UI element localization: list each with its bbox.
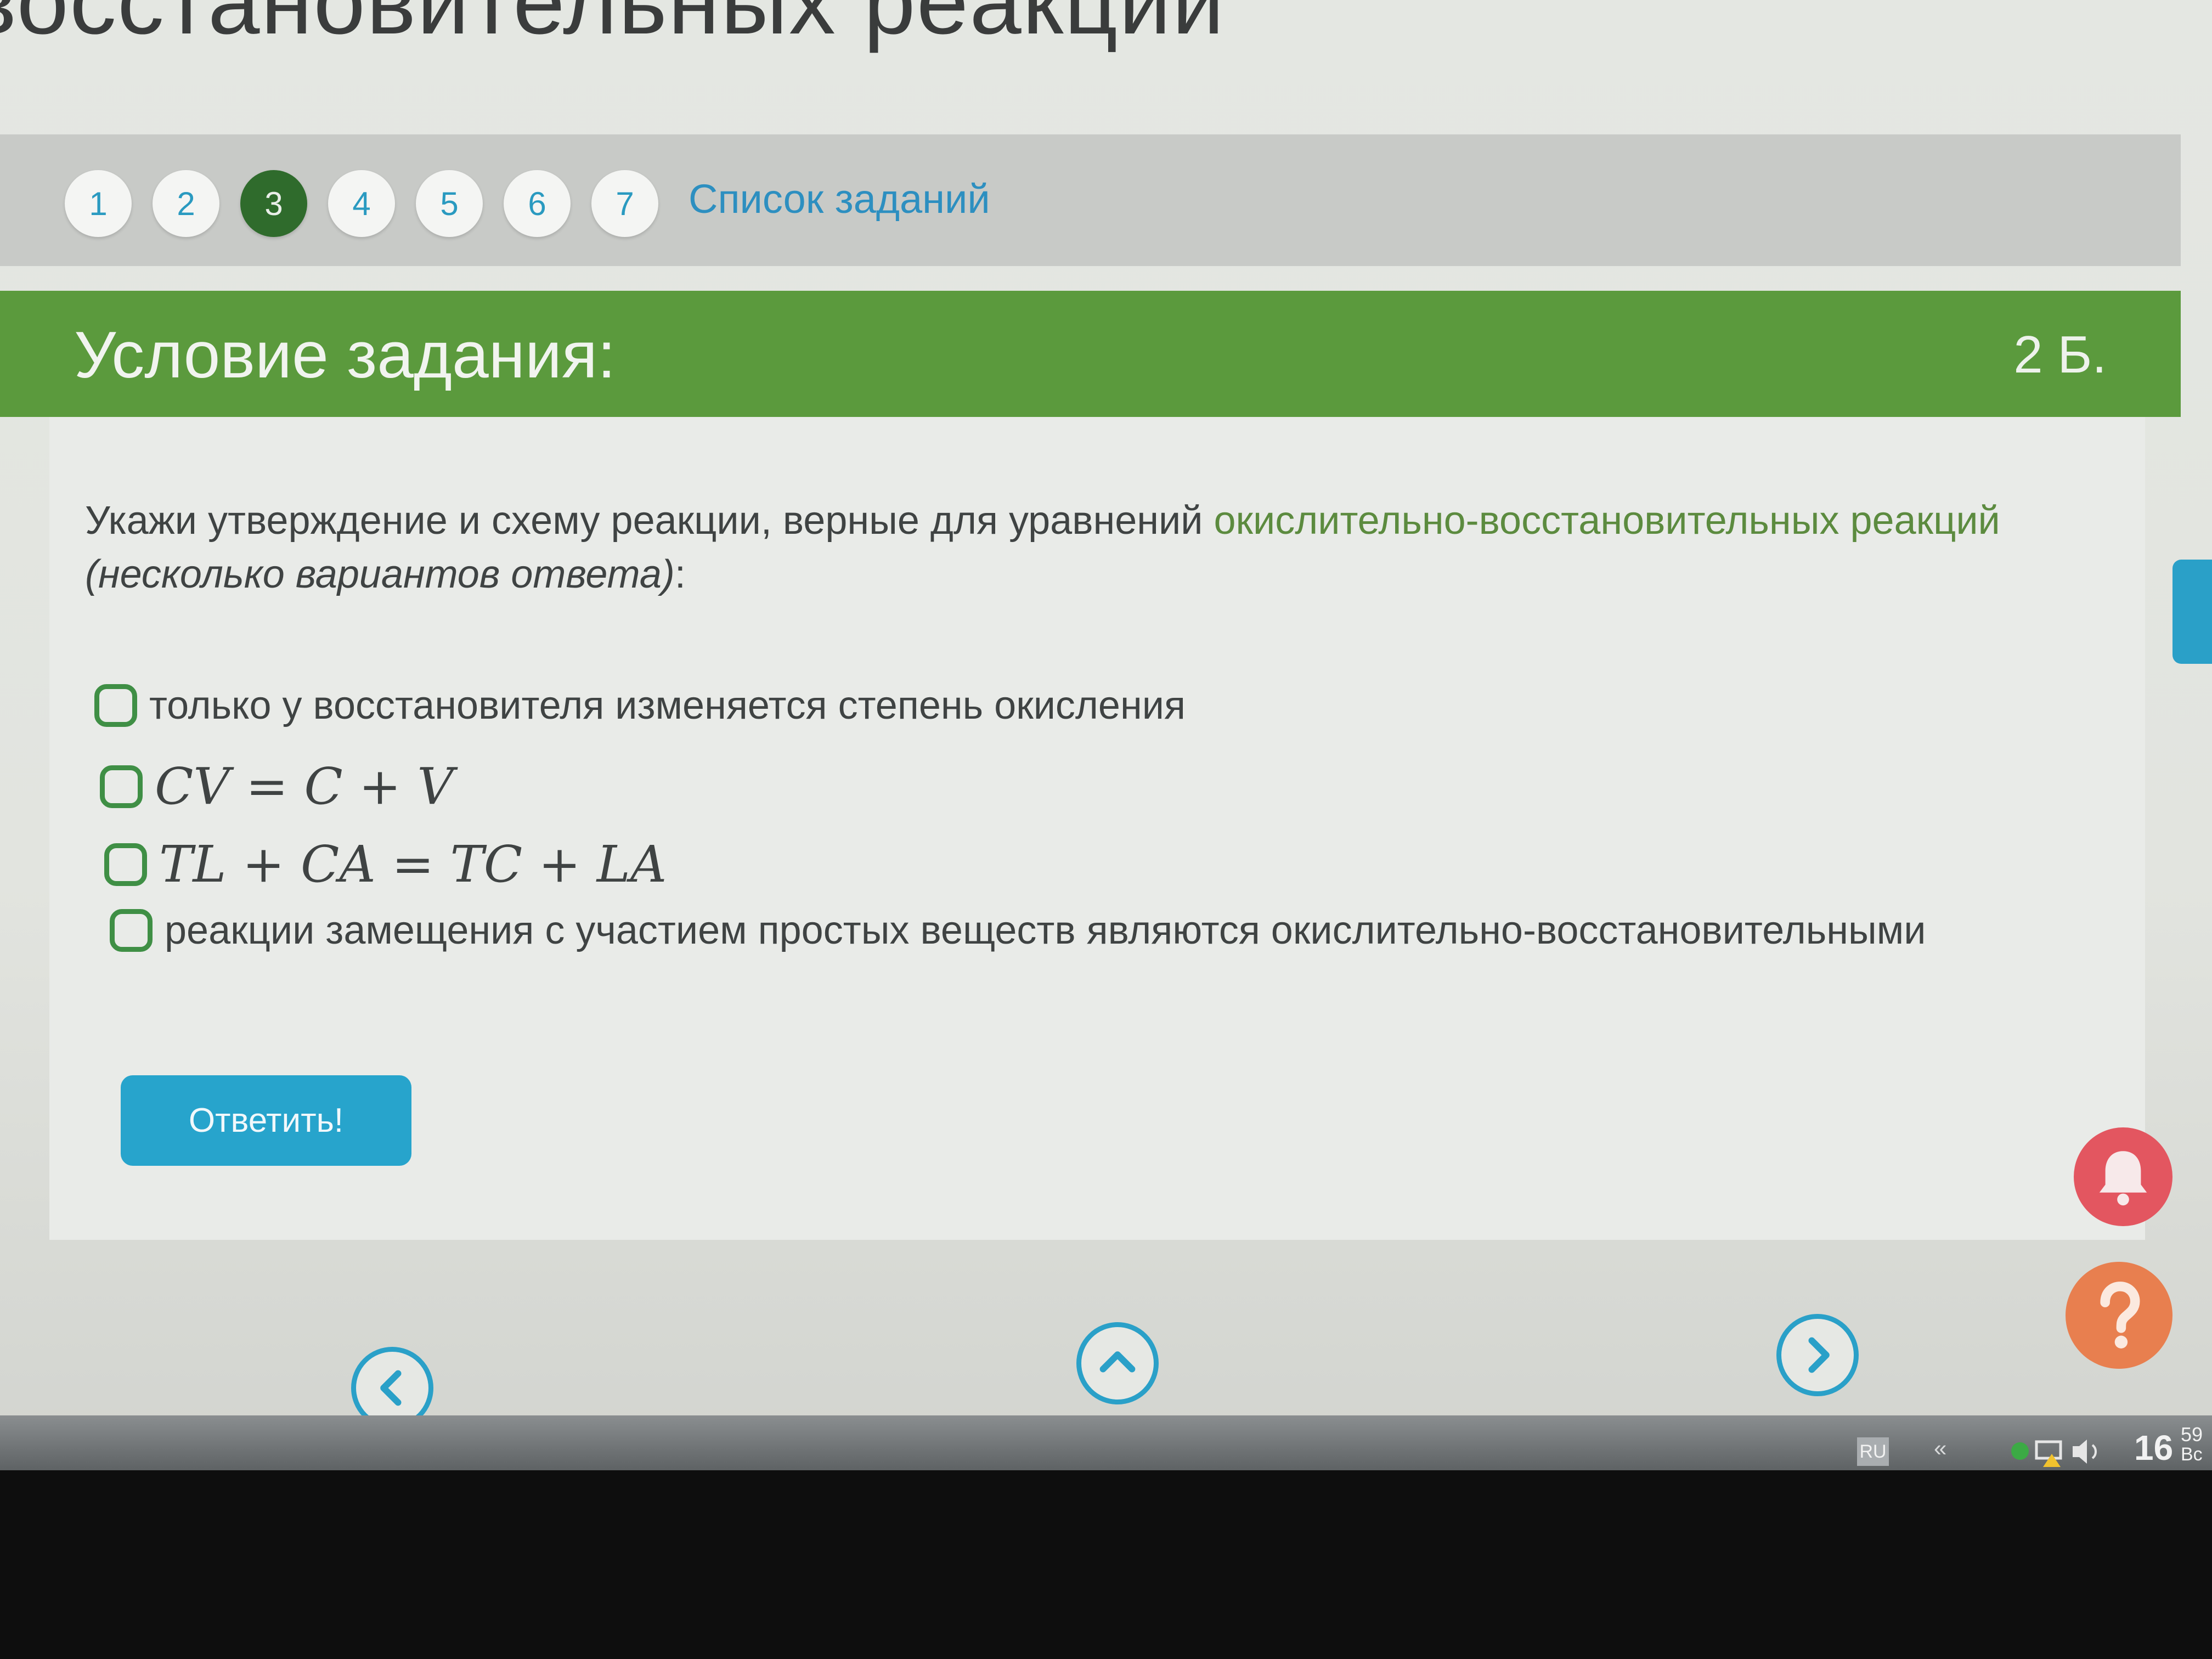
question-highlight: окислительно-восстановительных реакций (1214, 499, 2000, 543)
option-label: TL + CA = TC + LA (159, 835, 667, 894)
question-colon: : (674, 552, 686, 596)
answer-option-2[interactable]: CV = C + V (100, 757, 454, 816)
monitor-bezel (0, 1470, 2212, 1659)
task-number-4[interactable]: 4 (328, 170, 395, 237)
language-indicator[interactable]: RU (1857, 1437, 1889, 1466)
chevron-right-icon (1808, 1337, 1830, 1373)
volume-icon (2073, 1440, 2087, 1464)
task-number-7[interactable]: 7 (591, 170, 658, 237)
system-tray-icons[interactable] (2008, 1432, 2118, 1470)
task-number-2[interactable]: 2 (153, 170, 219, 237)
answer-option-4[interactable]: реакции замещения с участием простых вещ… (110, 908, 1926, 953)
question-note: (несколько вариантов ответа) (85, 552, 675, 596)
option-checkbox[interactable] (110, 909, 153, 952)
next-task-button[interactable] (1776, 1314, 1859, 1396)
scroll-top-button[interactable] (1076, 1322, 1159, 1404)
task-navigation: 1 2 3 4 5 6 7 Список заданий (0, 134, 2181, 266)
answer-option-3[interactable]: TL + CA = TC + LA (104, 835, 667, 894)
bell-icon (2099, 1151, 2147, 1206)
security-shield-icon (2011, 1442, 2029, 1460)
page-title: восстановительных реакций (0, 0, 1226, 54)
task-number-5[interactable]: 5 (416, 170, 483, 237)
task-header: Условие задания: 2 Б. (0, 291, 2181, 417)
browser-viewport: восстановительных реакций 1 2 3 4 5 6 7 … (0, 0, 2212, 1470)
option-checkbox[interactable] (104, 843, 147, 886)
taskbar: RU « 16 59 Вс (0, 1415, 2212, 1470)
task-points: 2 Б. (2013, 325, 2107, 384)
question-text: Укажи утверждение и схему реакции, верны… (85, 494, 2115, 601)
task-number-3-active[interactable]: 3 (240, 170, 307, 237)
task-number-1[interactable]: 1 (65, 170, 132, 237)
task-card: Укажи утверждение и схему реакции, верны… (49, 417, 2145, 1240)
option-checkbox[interactable] (94, 684, 137, 727)
tray-icons (2011, 1440, 2097, 1467)
option-label: только у восстановителя изменяется степе… (149, 684, 1186, 727)
answer-option-1[interactable]: только у восстановителя изменяется степе… (94, 683, 1186, 728)
chevron-left-icon (380, 1370, 402, 1406)
clock-day: Вс (2181, 1444, 2203, 1465)
task-list-link[interactable]: Список заданий (689, 176, 990, 222)
help-button[interactable] (2066, 1262, 2172, 1369)
clock-hour[interactable]: 16 (2134, 1427, 2173, 1468)
option-label: реакции замещения с участием простых вещ… (165, 909, 1926, 952)
option-label: CV = C + V (155, 757, 454, 816)
clock-minute: 59 (2181, 1423, 2203, 1446)
option-checkbox[interactable] (100, 765, 143, 808)
submit-answer-button[interactable]: Ответить! (121, 1075, 411, 1166)
question-prefix: Укажи утверждение и схему реакции, верны… (85, 499, 1203, 543)
show-hidden-icons-button[interactable]: « (1934, 1435, 1946, 1462)
task-number-6[interactable]: 6 (504, 170, 571, 237)
side-panel-tab[interactable] (2172, 560, 2212, 664)
notifications-button[interactable] (2074, 1127, 2172, 1226)
network-icon (2035, 1440, 2062, 1460)
question-icon (2100, 1282, 2140, 1348)
warning-icon (2043, 1454, 2061, 1467)
chevron-up-icon (1099, 1351, 1136, 1373)
task-header-title: Условие задания: (74, 318, 616, 392)
